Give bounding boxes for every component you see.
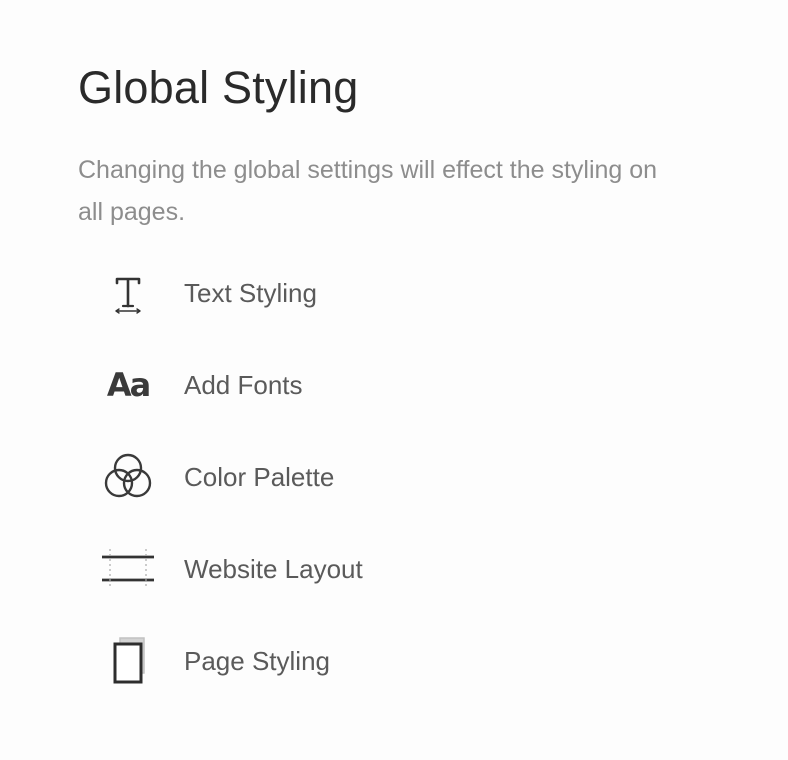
menu-item-color-palette[interactable]: Color Palette bbox=[0, 431, 788, 523]
menu-item-add-fonts[interactable]: Aa Add Fonts bbox=[0, 339, 788, 431]
page-title: Global Styling bbox=[78, 62, 359, 113]
menu-item-label: Page Styling bbox=[184, 646, 330, 676]
add-fonts-icon: Aa bbox=[100, 361, 156, 409]
add-fonts-glyph: Aa bbox=[106, 366, 151, 404]
global-styling-panel: Global Styling Changing the global setti… bbox=[0, 0, 788, 760]
menu-item-label: Color Palette bbox=[184, 462, 335, 492]
menu-item-label: Website Layout bbox=[184, 554, 363, 584]
page-description: Changing the global settings will effect… bbox=[78, 156, 658, 226]
page-styling-icon bbox=[100, 637, 156, 685]
menu-item-label: Add Fonts bbox=[184, 370, 303, 400]
website-layout-icon bbox=[100, 545, 156, 593]
global-styling-menu: Text Styling Aa Add Fonts Color Palette bbox=[0, 247, 788, 707]
menu-item-text-styling[interactable]: Text Styling bbox=[0, 247, 788, 339]
color-palette-icon bbox=[100, 453, 156, 501]
menu-item-label: Text Styling bbox=[184, 278, 317, 308]
menu-item-website-layout[interactable]: Website Layout bbox=[0, 523, 788, 615]
text-styling-icon bbox=[100, 269, 156, 317]
menu-item-page-styling[interactable]: Page Styling bbox=[0, 615, 788, 707]
